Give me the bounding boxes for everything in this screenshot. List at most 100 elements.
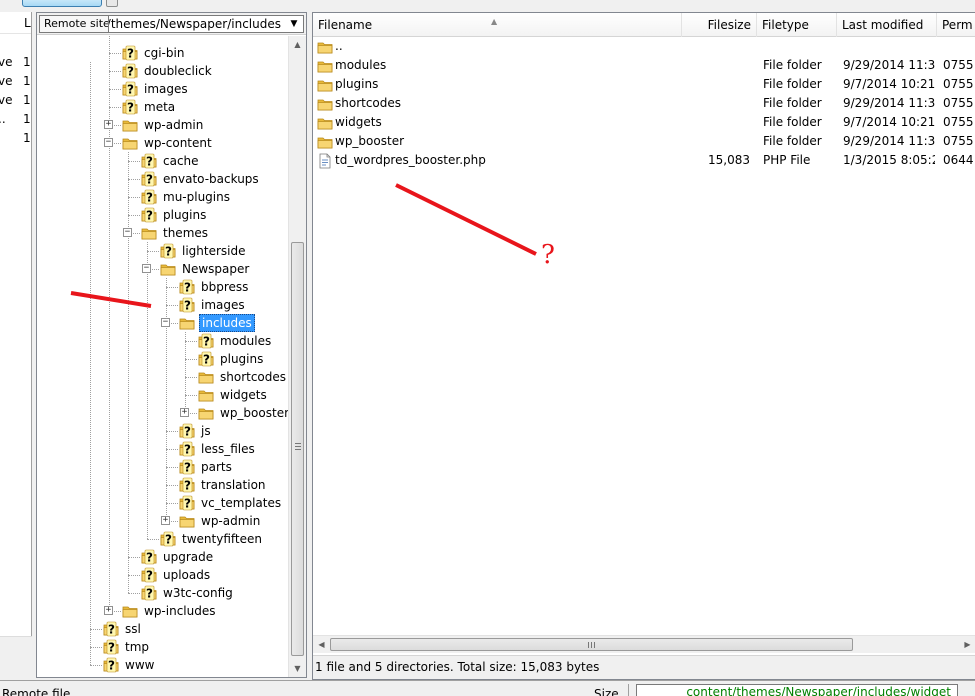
file-row[interactable]: widgets File folder 9/7/2014 10:21:... 0755 (313, 113, 975, 132)
scrollbar-thumb[interactable] (291, 242, 304, 656)
file-type: File folder (763, 134, 822, 148)
tree-node-label[interactable]: wp-admin (142, 116, 205, 134)
tree-connector (185, 377, 197, 378)
tree-node-label[interactable]: vc_templates (199, 494, 283, 512)
svg-text:?: ? (203, 335, 210, 349)
expand-icon[interactable]: + (161, 516, 170, 525)
toolbar-dropdown-button[interactable] (106, 0, 118, 7)
tree-node-label[interactable]: cache (161, 152, 201, 170)
tree-node-label[interactable]: plugins (161, 206, 208, 224)
tree-node-label[interactable]: doubleclick (142, 62, 214, 80)
tree-connector (128, 557, 140, 558)
tree-connector (128, 557, 129, 575)
scroll-down-arrow-icon[interactable]: ▼ (289, 660, 306, 677)
local-list-row[interactable]: ve 1 (0, 74, 31, 92)
folder-question-icon: ? (122, 99, 138, 115)
tree-node-label[interactable]: plugins (218, 350, 265, 368)
svg-text:?: ? (108, 623, 115, 637)
tree-connector (128, 197, 140, 198)
scroll-right-arrow-icon[interactable]: ▶ (959, 636, 975, 653)
tree-node-label[interactable]: wp_booster (218, 404, 289, 422)
tree-node-label[interactable]: Newspaper (180, 260, 251, 278)
scroll-left-arrow-icon[interactable]: ◀ (313, 636, 330, 653)
local-list-row[interactable]: .. 1 (0, 112, 31, 130)
tree-connector (166, 287, 178, 288)
local-list-row[interactable]: ve 1 (0, 93, 31, 111)
local-list-row[interactable]: ve 1 (0, 55, 31, 73)
local-horizontal-scrollbar[interactable] (0, 636, 32, 651)
column-header-last-modified[interactable]: Last modified (837, 13, 937, 37)
tree-node-label[interactable]: envato-backups (161, 170, 261, 188)
tree-node-label[interactable]: lighterside (180, 242, 248, 260)
tree-node-label[interactable]: www (123, 656, 156, 674)
tree-node-label[interactable]: widgets (218, 386, 269, 404)
tree-node-label[interactable]: wp-includes (142, 602, 218, 620)
file-row[interactable]: modules File folder 9/29/2014 11:3... 0755 (313, 56, 975, 75)
column-header-perm[interactable]: Perm (937, 13, 975, 37)
svg-text:?: ? (127, 83, 134, 97)
expand-icon[interactable]: + (104, 606, 113, 615)
queue-column-size[interactable]: Size (594, 687, 619, 696)
tree-node-label[interactable]: tmp (123, 638, 151, 656)
collapse-icon[interactable]: − (161, 318, 170, 327)
file-row[interactable]: .. (313, 37, 975, 56)
remote-path-field[interactable]: content/themes/Newspaper/includes/widget (636, 684, 958, 696)
tree-node-label[interactable]: less_files (199, 440, 257, 458)
remote-site-path-value[interactable]: ontent/themes/Newspaper/includes (109, 16, 281, 32)
transfer-queue-strip: Remote file Size content/themes/Newspape… (0, 680, 975, 696)
tree-node-label[interactable]: shortcodes (218, 368, 288, 386)
column-header-filetype[interactable]: Filetype (757, 13, 837, 37)
tree-node-label[interactable]: images (142, 80, 190, 98)
file-row[interactable]: plugins File folder 9/7/2014 10:21:... 0755 (313, 75, 975, 94)
tree-node-label[interactable]: mu-plugins (161, 188, 232, 206)
queue-column-remote-file[interactable]: Remote file (2, 687, 70, 696)
file-row[interactable]: wp_booster File folder 9/29/2014 11:3... 07… (313, 132, 975, 151)
collapse-icon[interactable]: − (142, 264, 151, 273)
tree-node-label[interactable]: wp-content (142, 134, 214, 152)
local-list-header[interactable]: L (0, 12, 31, 34)
tree-node-label[interactable]: js (199, 422, 213, 440)
tree-node-label[interactable]: meta (142, 98, 177, 116)
tree-node-label[interactable]: twentyfifteen (180, 530, 264, 548)
column-header-filename[interactable]: Filename ▲ (313, 13, 682, 37)
tree-node-label[interactable]: uploads (161, 566, 212, 584)
collapse-icon[interactable]: − (104, 138, 113, 147)
local-row-name: .. (0, 112, 6, 126)
folder-question-icon: ? (141, 207, 157, 223)
tree-connector (109, 71, 121, 72)
collapse-icon[interactable]: − (123, 228, 132, 237)
column-header-filesize[interactable]: Filesize (682, 13, 757, 37)
tree-node-label[interactable]: ssl (123, 620, 143, 638)
expand-icon[interactable]: + (180, 408, 189, 417)
tree-node-label[interactable]: bbpress (199, 278, 250, 296)
toolbar-button[interactable] (22, 0, 102, 7)
tree-node-label[interactable]: wp-admin (199, 512, 262, 530)
folder-question-icon: ? (179, 423, 195, 439)
chevron-down-icon[interactable]: ▼ (285, 16, 303, 32)
tree-node-label[interactable]: includes (199, 314, 255, 332)
file-row[interactable]: shortcodes File folder 9/29/2014 11:3... 07… (313, 94, 975, 113)
tree-node-label[interactable]: upgrade (161, 548, 215, 566)
local-list-row[interactable] (0, 36, 31, 54)
tree-node-label[interactable]: modules (218, 332, 273, 350)
tree-connector (128, 593, 140, 594)
local-list-row[interactable]: 1 (0, 131, 31, 149)
tree-node-label[interactable]: cgi-bin (142, 44, 186, 62)
scrollbar-thumb[interactable] (330, 638, 853, 651)
file-list-horizontal-scrollbar[interactable]: ◀ ▶ (313, 635, 975, 653)
tree-node-label[interactable]: themes (161, 224, 210, 242)
scroll-up-arrow-icon[interactable]: ▲ (289, 36, 306, 53)
local-row-name: ve (0, 55, 13, 69)
tree-vertical-scrollbar[interactable]: ▲ ▼ (288, 36, 306, 677)
tree-node-label[interactable]: images (199, 296, 247, 314)
local-column-header[interactable]: L (24, 16, 31, 30)
tree-node-label[interactable]: parts (199, 458, 234, 476)
file-row[interactable]: td_wordpres_booster.php 15,083 PHP File 1/3… (313, 151, 975, 170)
tree-node-label[interactable]: w3tc-config (161, 584, 235, 602)
folder-question-icon: ? (179, 441, 195, 457)
tree-connector (128, 215, 140, 216)
tree-node-label[interactable]: translation (199, 476, 268, 494)
expand-icon[interactable]: + (104, 120, 113, 129)
remote-site-path-input[interactable]: ontent/themes/Newspaper/includes ▼ (108, 15, 304, 33)
tree-connector (128, 575, 140, 576)
